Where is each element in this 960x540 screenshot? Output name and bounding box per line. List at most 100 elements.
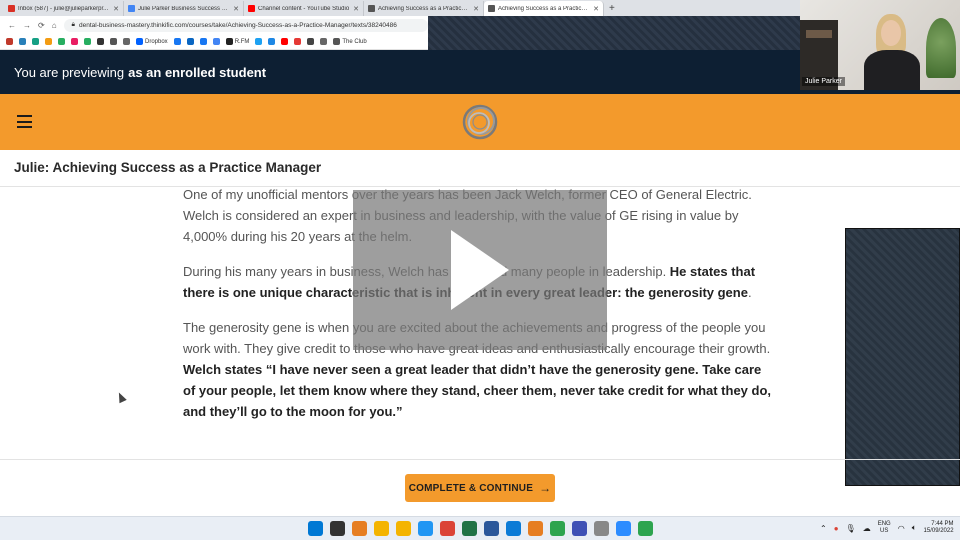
tab-favicon-icon [8,5,15,12]
bookmark-item[interactable] [281,38,289,45]
bookmark-item[interactable]: Dropbox [136,38,168,45]
bookmark-item[interactable] [255,38,263,45]
tab-close-icon[interactable]: ✕ [233,5,239,13]
chrome-tray-icon[interactable]: ● [834,524,839,533]
complete-continue-button[interactable]: COMPLETE & CONTINUE → [405,474,555,502]
bookmark-item[interactable] [199,38,207,45]
bookmark-item[interactable] [58,38,65,45]
video-player[interactable] [353,190,607,350]
reload-icon[interactable]: ⟳ [38,21,45,30]
bookmark-item[interactable] [186,38,194,45]
bookmark-item[interactable] [173,38,181,45]
bookmark-item[interactable] [19,38,26,45]
bookmark-item[interactable] [320,38,328,45]
tab-close-icon[interactable]: ✕ [593,5,599,13]
forward-icon[interactable]: → [23,21,31,30]
tab-close-icon[interactable]: ✕ [473,5,479,13]
camtasia-icon[interactable] [550,521,565,536]
bookmark-favicon-icon [32,38,39,45]
snipping-tool-icon[interactable] [594,521,609,536]
new-tab-icon[interactable]: + [604,1,620,16]
address-bar[interactable]: 🔒︎ dental-business-mastery.thinkific.com… [63,18,428,32]
edge-icon[interactable] [506,521,521,536]
site-logo-icon[interactable] [461,103,499,141]
word-icon[interactable] [484,521,499,536]
browser-tab[interactable]: Achieving Success as a Practice M... ✕ [364,1,484,16]
tab-close-icon[interactable]: ✕ [113,5,119,13]
bookmark-item[interactable]: R.FM [225,38,249,45]
menu-line-icon [17,126,32,128]
bookmark-item[interactable]: The Club [333,38,367,45]
back-icon[interactable]: ← [8,21,16,30]
bookmark-favicon-icon [110,38,117,45]
notepad-icon[interactable] [418,521,433,536]
paragraph-3-quote: Welch states “I have never seen a great … [183,362,772,419]
menu-button[interactable] [17,115,32,128]
bookmark-item[interactable] [123,38,130,45]
menu-line-icon [17,120,32,123]
bookmark-item[interactable] [84,38,91,45]
microphone-icon[interactable]: 🎙︎ [846,524,856,533]
bookmark-favicon-icon [281,38,289,45]
chrome-icon[interactable] [440,521,455,536]
webcam-person-body [864,50,920,90]
bookmark-item[interactable] [294,38,302,45]
bookmark-favicon-icon [123,38,130,45]
excel-icon[interactable] [462,521,477,536]
windows-start-icon[interactable] [308,521,323,536]
lesson-title-bar: Julie: Achieving Success as a Practice M… [0,150,960,187]
preview-banner: You are previewing as an enrolled studen… [0,50,800,94]
home-icon[interactable]: ⌂ [52,21,57,30]
bookmark-label: Dropbox [145,38,168,45]
bookmark-favicon-icon [268,38,276,45]
taskbar-apps [308,521,653,536]
tab-favicon-icon [488,5,495,12]
bookmark-item[interactable] [45,38,52,45]
browser-tab[interactable]: Inbox (587) - julie@julieparkerpr... ✕ [4,1,124,16]
region-code: US [880,528,889,534]
browser-toolbar: ← → ⟳ ⌂ 🔒︎ dental-business-mastery.think… [0,16,428,34]
bookmark-item[interactable] [6,38,13,45]
browser-tab[interactable]: Achieving Success as a Practice M... ✕ [484,1,604,16]
browser-tab[interactable]: Julie Parker Business Success – D... ✕ [124,1,244,16]
bookmark-item[interactable] [97,38,104,45]
bookmark-item[interactable] [307,38,315,45]
magnifier-app-icon[interactable] [352,521,367,536]
tab-favicon-icon [368,5,375,12]
tab-close-icon[interactable]: ✕ [353,5,359,13]
browser-tab[interactable]: Channel content - YouTube Studio ✕ [244,1,364,16]
bookmark-favicon-icon [199,38,207,45]
bookmark-item[interactable] [110,38,117,45]
tab-title: Achieving Success as a Practice M... [378,5,471,12]
calculator-icon[interactable] [528,521,543,536]
file-explorer-icon[interactable] [374,521,389,536]
bookmark-favicon-icon [307,38,315,45]
file-explorer-folder-icon[interactable] [396,521,411,536]
system-tray: ⌃ ● 🎙︎ ☁ ENG US ◠ 🔈︎ 7:44 PM 15/09/2022 [820,521,954,535]
zoom-icon[interactable] [616,521,631,536]
windows-taskbar: ⌃ ● 🎙︎ ☁ ENG US ◠ 🔈︎ 7:44 PM 15/09/2022 [0,516,960,540]
camtasia-recorder-icon[interactable] [638,521,653,536]
volume-icon[interactable]: 🔈︎ [912,523,917,533]
webcam-name-label: Julie Parker [802,77,845,86]
tab-title: Julie Parker Business Success – D... [138,5,231,12]
wifi-icon[interactable]: ◠ [898,524,905,533]
arrow-right-icon: → [539,481,552,495]
bookmark-favicon-icon [186,38,194,45]
bookmark-item[interactable] [71,38,78,45]
clock[interactable]: 7:44 PM 15/09/2022 [924,521,954,535]
bookmark-favicon-icon [6,38,13,45]
search-icon[interactable] [330,521,345,536]
bookmark-item[interactable] [32,38,39,45]
language-indicator[interactable]: ENG US [878,521,891,535]
play-icon[interactable] [451,230,509,310]
bookmark-favicon-icon [212,38,220,45]
chevron-up-icon[interactable]: ⌃ [820,524,827,533]
onedrive-icon[interactable]: ☁ [863,524,871,533]
bookmark-item[interactable] [268,38,276,45]
bookmark-favicon-icon [71,38,78,45]
bookmark-label: The Club [342,38,367,45]
paint-icon[interactable] [572,521,587,536]
bookmark-favicon-icon [173,38,181,45]
bookmark-item[interactable] [212,38,220,45]
